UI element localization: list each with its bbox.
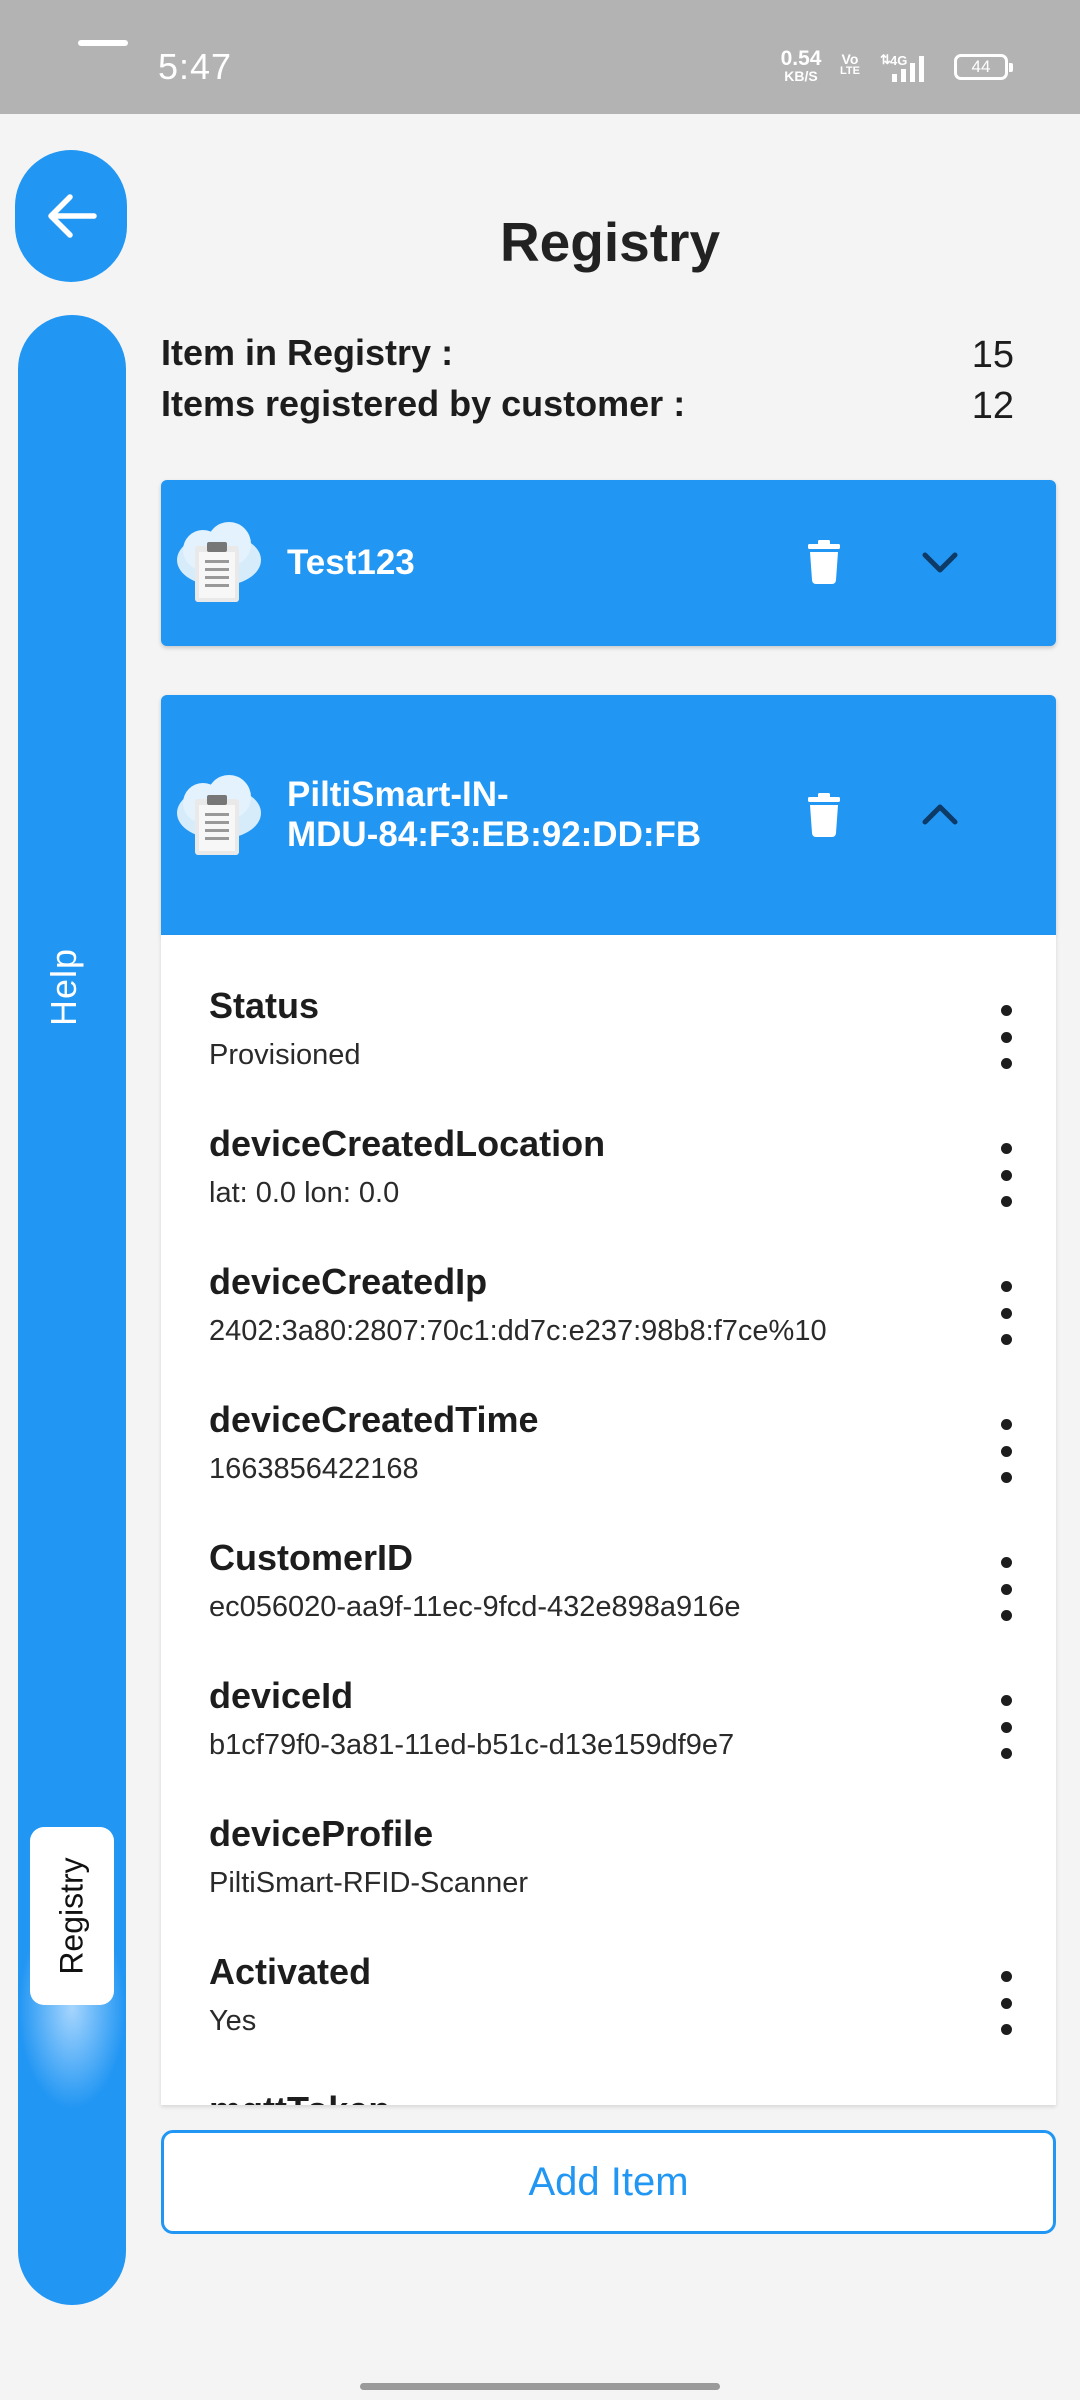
signal-icon: ⇅ 4G (878, 52, 938, 89)
cloud-clipboard-icon (177, 775, 261, 855)
more-vert-icon[interactable] (986, 1971, 1026, 2035)
add-item-button[interactable]: Add Item (161, 2130, 1056, 2234)
items-registered-label: Items registered by customer : (161, 383, 686, 424)
rail-item-registry-label: Registry (53, 1857, 90, 1975)
list-item: CustomerID ec056020-aa9f-11ec-9fcd-432e8… (209, 1537, 741, 1623)
trash-icon[interactable] (806, 540, 842, 584)
trash-icon[interactable] (806, 793, 842, 837)
list-item: deviceCreatedIp 2402:3a80:2807:70c1:dd7c… (209, 1261, 827, 1347)
chevron-up-icon[interactable] (921, 801, 959, 827)
clock: 5:47 (158, 46, 233, 87)
items-in-registry-label: Item in Registry : (161, 332, 454, 373)
more-vert-icon[interactable] (986, 1419, 1026, 1483)
items-in-registry-value: 15 (971, 334, 1014, 376)
list-item: mqttToken (209, 2089, 989, 2105)
network-speed: 0.54 KB/S (780, 47, 822, 84)
more-vert-icon[interactable] (986, 1143, 1026, 1207)
volte-indicator: Vo LTE (840, 51, 860, 77)
card-title: Test123 (287, 543, 415, 582)
device-properties-list[interactable]: Status Provisioned deviceCreatedLocation… (161, 935, 1056, 2105)
network-type-label: 4G (890, 53, 907, 68)
more-vert-icon[interactable] (986, 1005, 1026, 1069)
status-bar: 5:47 0.54 KB/S Vo LTE ⇅ 4G 44 (0, 0, 1080, 114)
cloud-clipboard-icon (177, 522, 261, 602)
side-rail: Help Registry (18, 315, 126, 2305)
home-indicator[interactable] (360, 2383, 720, 2390)
more-vert-icon[interactable] (986, 1695, 1026, 1759)
list-item: Status Provisioned (209, 985, 361, 1071)
list-item: Activated Yes (209, 1951, 372, 2037)
more-vert-icon[interactable] (986, 1557, 1026, 1621)
list-item: deviceCreatedLocation lat: 0.0 lon: 0.0 (209, 1123, 606, 1209)
rail-item-registry[interactable]: Registry (30, 1827, 114, 2005)
list-item: deviceId b1cf79f0-3a81-11ed-b51c-d13e159… (209, 1675, 735, 1761)
notification-dash-icon (78, 40, 128, 46)
items-registered-value: 12 (971, 385, 1014, 427)
rail-item-help[interactable]: Help (43, 948, 85, 1026)
list-item: deviceCreatedTime 1663856422168 (209, 1399, 539, 1485)
chevron-down-icon[interactable] (921, 550, 959, 576)
more-vert-icon[interactable] (986, 1281, 1026, 1345)
battery-icon: 44 (954, 54, 1013, 80)
registry-card-piltismart[interactable]: PiltiSmart-IN- MDU-84:F3:EB:92:DD:FB (161, 695, 1056, 935)
card-title: PiltiSmart-IN- MDU-84:F3:EB:92:DD:FB (287, 775, 702, 854)
registry-card-test123[interactable]: Test123 (161, 480, 1056, 646)
list-item: deviceProfile PiltiSmart-RFID-Scanner (209, 1813, 529, 1899)
page-title: Registry (499, 211, 721, 273)
